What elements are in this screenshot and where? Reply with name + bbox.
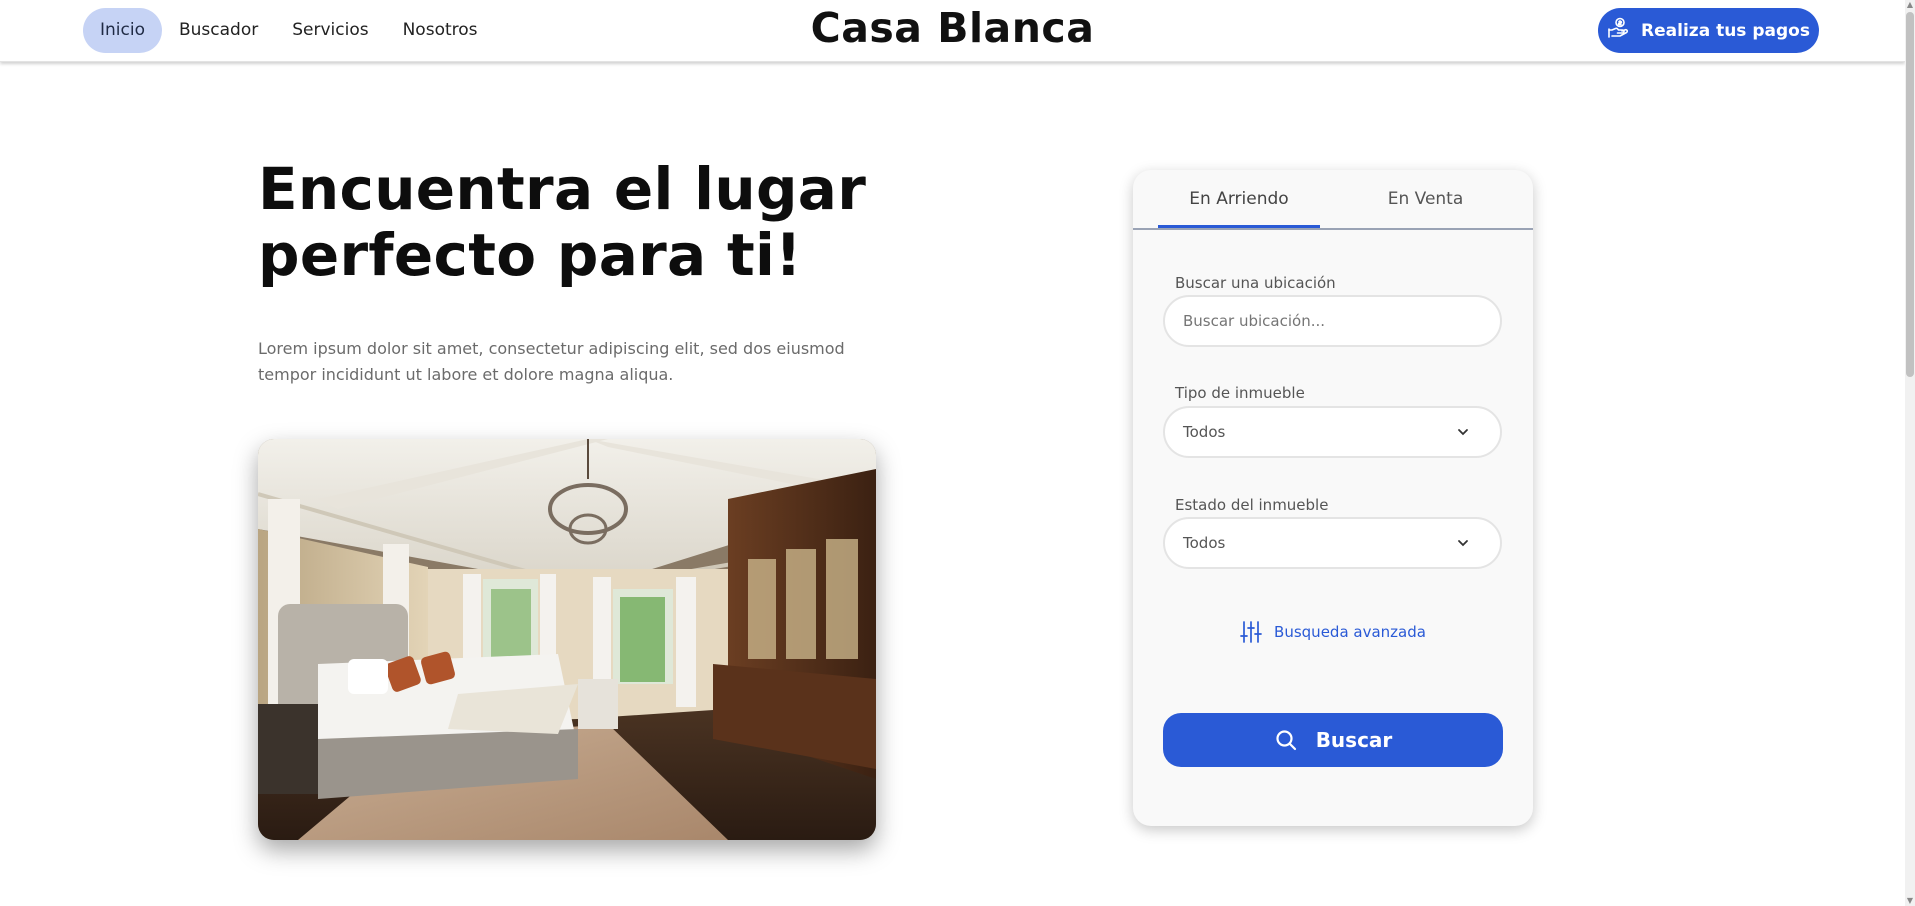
tab-en-venta[interactable]: En Venta [1333,170,1518,228]
property-state-value: Todos [1183,534,1226,552]
nav-item-nosotros[interactable]: Nosotros [386,8,495,53]
sliders-icon [1240,621,1262,643]
hero-title: Encuentra el lugar perfecto para ti! [258,155,867,289]
property-state-label: Estado del inmueble [1175,496,1329,514]
bedroom-photo [258,439,876,840]
advanced-search-label: Busqueda avanzada [1274,623,1426,641]
location-search-input[interactable] [1163,295,1502,347]
search-card: En Arriendo En Venta Buscar una ubicació… [1133,170,1533,826]
location-label: Buscar una ubicación [1175,274,1336,292]
property-type-label: Tipo de inmueble [1175,384,1305,402]
chevron-down-icon [1458,540,1468,547]
nav-item-inicio[interactable]: Inicio [83,8,162,53]
hero-description: Lorem ipsum dolor sit amet, consectetur … [258,339,845,384]
top-header: Inicio Buscador Servicios Nosotros Casa … [0,0,1905,62]
search-icon [1276,730,1296,751]
property-type-select[interactable]: Todos [1163,406,1502,458]
chevron-down-icon [1458,429,1468,436]
nav-item-buscador[interactable]: Buscador [162,8,275,53]
pay-button[interactable]: Realiza tus pagos [1598,8,1819,53]
tab-en-arriendo[interactable]: En Arriendo [1158,170,1320,228]
search-button-label: Buscar [1315,728,1393,752]
main-nav: Inicio Buscador Servicios Nosotros [83,8,495,53]
property-type-value: Todos [1183,423,1226,441]
advanced-search-link[interactable]: Busqueda avanzada [1133,620,1533,644]
scrollbar-thumb[interactable] [1906,12,1914,377]
search-tabs: En Arriendo En Venta [1133,170,1533,230]
search-button[interactable]: Buscar [1163,713,1503,767]
pay-button-label: Realiza tus pagos [1641,20,1810,41]
hand-coin-icon [1607,16,1631,45]
scroll-up-arrow-icon[interactable]: ▲ [1906,0,1914,10]
nav-item-servicios[interactable]: Servicios [275,8,385,53]
property-state-select[interactable]: Todos [1163,517,1502,569]
scroll-down-arrow-icon[interactable]: ▼ [1906,896,1914,906]
page-scrollbar[interactable]: ▲ ▼ [1905,0,1915,906]
active-tab-indicator [1158,225,1320,228]
